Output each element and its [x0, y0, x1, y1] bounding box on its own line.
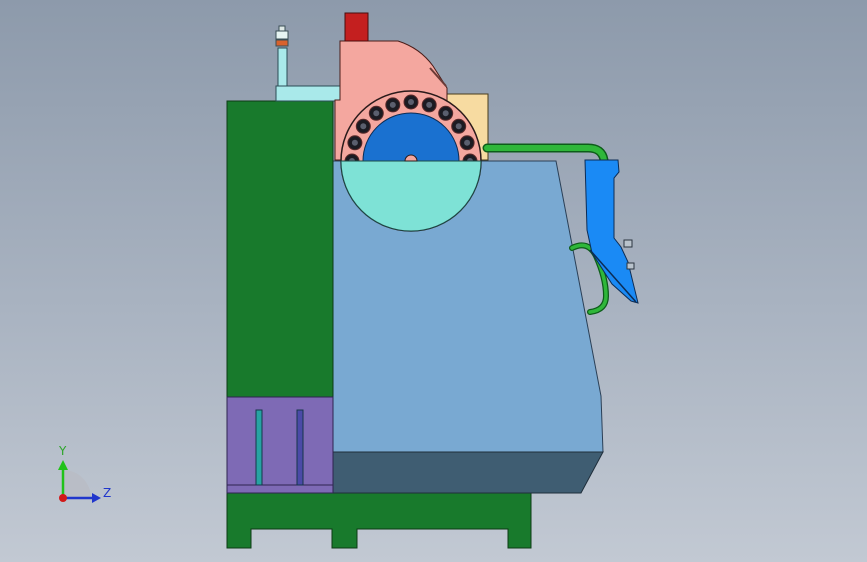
sensor-post [277, 47, 288, 87]
triad-plane-arc [63, 470, 91, 498]
y-axis-arrow [58, 460, 68, 470]
left-column [226, 100, 334, 398]
z-axis-label: Z [103, 486, 111, 500]
tool-holder-bore [351, 139, 358, 146]
chip-chute [584, 159, 639, 304]
top-fixture [275, 25, 343, 102]
machine-drawing: Y Z [58, 12, 639, 549]
head-cap [344, 12, 369, 42]
top-cyan-block [275, 85, 343, 102]
machine-base [226, 492, 532, 549]
purple-slot-right [296, 409, 304, 486]
tool-holder-bore [373, 110, 380, 117]
tool-holder-bore [389, 101, 396, 108]
tool-holder-bore [360, 123, 367, 130]
tool-holder-bore [442, 110, 449, 117]
z-axis-arrow [92, 493, 101, 503]
sensor-ring-top [275, 30, 289, 40]
chute-body [584, 159, 639, 304]
purple-slot-left [255, 409, 263, 486]
purple-panel [226, 396, 334, 494]
tool-turret [340, 90, 482, 232]
triad-origin [59, 494, 67, 502]
tool-holder-bore [408, 99, 414, 105]
coordinate-triad: Y Z [58, 444, 111, 503]
tool-holder-bore [464, 139, 471, 146]
tool-holder-bore [455, 123, 462, 130]
sensor-tip [278, 25, 286, 32]
sensor-ring-red [275, 39, 289, 47]
chute-fitting-top [623, 239, 633, 248]
purple-panel-face [226, 396, 334, 494]
tool-holder-bore [426, 101, 433, 108]
chute-fitting-bottom [626, 262, 635, 270]
base-stand [226, 492, 532, 549]
y-axis-label: Y [58, 444, 67, 458]
body-bottom-face [332, 451, 604, 494]
